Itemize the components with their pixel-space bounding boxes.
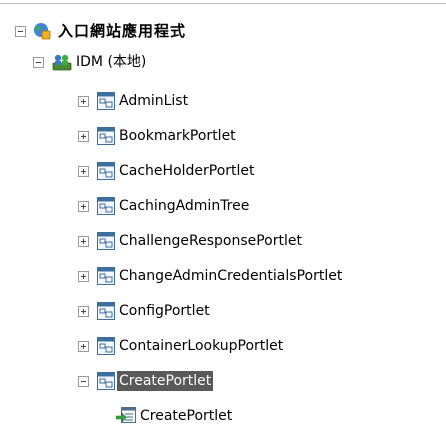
tree-node-label: ConfigPortlet <box>119 303 210 319</box>
server-users-icon <box>52 54 72 71</box>
tree-node-portlet[interactable]: CacheHolderPortlet <box>78 158 257 184</box>
expand-toggle-icon[interactable] <box>78 340 89 352</box>
tree-node-portlet-selected[interactable]: CreatePortlet <box>78 368 214 394</box>
portal-tree: 入口網站應用程式 IDM (本地) AdminList BookmarkPort… <box>0 0 446 431</box>
tree-leaf-portlet-instance[interactable]: CreatePortlet <box>116 403 234 429</box>
portlet-icon <box>97 267 115 285</box>
tree-node-label: AdminList <box>119 93 189 109</box>
tree-node-portlet[interactable]: CachingAdminTree <box>78 193 251 219</box>
portlet-icon <box>97 302 115 320</box>
tree-node-label: CacheHolderPortlet <box>119 163 255 179</box>
tree-node-label: ChangeAdminCredentialsPortlet <box>119 268 343 284</box>
expand-toggle-icon[interactable] <box>78 165 89 177</box>
expand-toggle-icon[interactable] <box>78 200 89 212</box>
tree-node-label: CachingAdminTree <box>119 198 250 214</box>
tree-node-portlet[interactable]: AdminList <box>78 88 190 114</box>
globe-app-icon <box>34 23 51 40</box>
tree-node-label: ChallengeResponsePortlet <box>119 233 302 249</box>
tree-node-portlet[interactable]: ChallengeResponsePortlet <box>78 228 304 254</box>
portlet-icon <box>97 92 115 110</box>
portlet-icon <box>97 197 115 215</box>
collapse-toggle-icon[interactable] <box>33 56 44 68</box>
portlet-icon <box>97 372 115 390</box>
tree-node-label: ContainerLookupPortlet <box>119 338 284 354</box>
expand-toggle-icon[interactable] <box>78 270 89 282</box>
tree-leaf-label: CreatePortlet <box>140 408 233 424</box>
portlet-icon <box>97 337 115 355</box>
portlet-instance-icon <box>116 407 136 423</box>
expand-toggle-icon[interactable] <box>78 130 89 142</box>
tree-node-label: 入口網站應用程式 <box>58 22 187 40</box>
portlet-icon <box>97 162 115 180</box>
tree-node-portlet[interactable]: ConfigPortlet <box>78 298 212 324</box>
tree-node-label: CreatePortlet <box>117 371 214 391</box>
collapse-toggle-icon[interactable] <box>15 25 26 37</box>
tree-node-root[interactable]: 入口網站應用程式 <box>15 18 188 44</box>
expand-toggle-icon[interactable] <box>78 235 89 247</box>
tree-node-portlet[interactable]: ContainerLookupPortlet <box>78 333 285 359</box>
tree-node-portlet[interactable]: ChangeAdminCredentialsPortlet <box>78 263 344 289</box>
tree-node-portlet[interactable]: BookmarkPortlet <box>78 123 238 149</box>
tree-node-label: BookmarkPortlet <box>119 128 236 144</box>
expand-toggle-icon[interactable] <box>78 95 89 107</box>
tree-node-server[interactable]: IDM (本地) <box>33 49 148 75</box>
tree-node-label: IDM (本地) <box>76 54 147 70</box>
expand-toggle-icon[interactable] <box>78 305 89 317</box>
collapse-toggle-icon[interactable] <box>78 375 89 387</box>
portlet-icon <box>97 127 115 145</box>
portlet-icon <box>97 232 115 250</box>
